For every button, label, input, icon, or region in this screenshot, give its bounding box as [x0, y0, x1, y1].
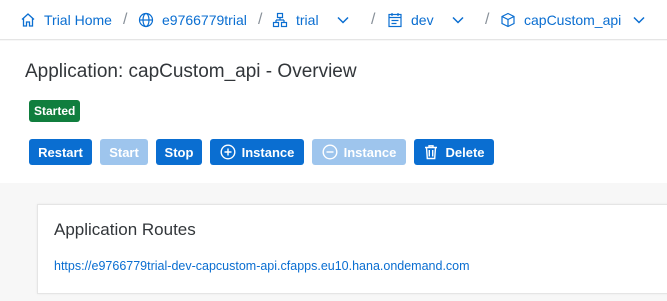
page-header: Application: capCustom_api - Overview St… [0, 41, 667, 183]
add-circle-icon [220, 144, 236, 160]
hierarchy-icon [272, 12, 288, 28]
remove-instance-button[interactable]: Instance [312, 139, 406, 165]
add-instance-button[interactable]: Instance [210, 139, 304, 165]
chevron-down-icon[interactable] [337, 16, 349, 24]
breadcrumb-label: trial [296, 12, 319, 28]
breadcrumb-separator: / [258, 11, 263, 28]
breadcrumb-label: capCustom_api [524, 12, 622, 28]
restart-button-label: Restart [38, 144, 83, 160]
application-routes-card: Application Routes https://e9766779trial… [37, 204, 667, 294]
breadcrumb: Trial Home / e9766779trial / trial / dev… [0, 0, 667, 40]
status-badge: Started [29, 100, 81, 122]
breadcrumb-separator: / [371, 11, 376, 28]
breadcrumb-space-dev[interactable]: dev [387, 0, 464, 40]
cube-icon [500, 12, 516, 28]
restart-button[interactable]: Restart [29, 139, 92, 165]
remove-instance-label: Instance [343, 144, 397, 160]
breadcrumb-org-trial[interactable]: trial [272, 0, 349, 40]
route-link[interactable]: https://e9766779trial-dev-capcustom-api.… [54, 259, 470, 273]
application-routes-title: Application Routes [54, 220, 196, 239]
remove-circle-icon [322, 144, 338, 160]
stop-button[interactable]: Stop [156, 139, 202, 165]
delete-button[interactable]: Delete [414, 139, 494, 165]
breadcrumb-label: Trial Home [44, 12, 112, 28]
chevron-down-icon[interactable] [452, 16, 464, 24]
breadcrumb-separator: / [123, 11, 128, 28]
start-button-label: Start [109, 144, 139, 160]
breadcrumb-app-capcustom-api[interactable]: capCustom_api [500, 0, 645, 40]
chevron-down-icon[interactable] [633, 16, 645, 24]
globe-icon [138, 12, 154, 28]
add-instance-label: Instance [241, 144, 295, 160]
page-title: Application: capCustom_api - Overview [25, 61, 357, 82]
trash-icon [423, 144, 439, 160]
breadcrumb-subaccount[interactable]: e9766779trial [138, 0, 247, 40]
home-icon [20, 12, 36, 28]
start-button[interactable]: Start [100, 139, 148, 165]
stop-button-label: Stop [164, 144, 194, 160]
delete-button-label: Delete [445, 144, 485, 160]
breadcrumb-trial-home[interactable]: Trial Home [20, 0, 112, 40]
breadcrumb-separator: / [485, 11, 490, 28]
space-icon [387, 12, 403, 28]
breadcrumb-label: e9766779trial [162, 12, 247, 28]
breadcrumb-label: dev [411, 12, 434, 28]
